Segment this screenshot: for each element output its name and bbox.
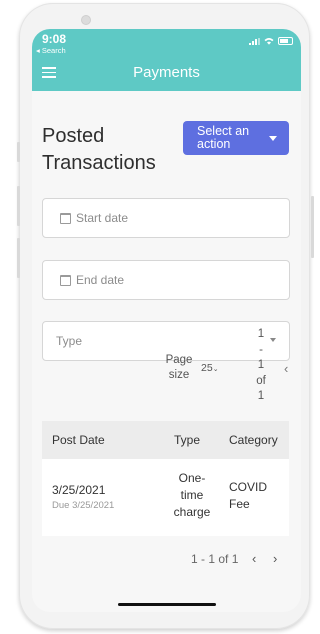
signal-icon xyxy=(249,37,260,45)
status-bar: 9:08 ◂ Search xyxy=(32,29,301,55)
page-size-select[interactable]: 25⌄ xyxy=(201,362,219,374)
back-to-search-link[interactable]: ◂ Search xyxy=(36,46,66,55)
app-header: Payments xyxy=(32,55,301,91)
page-range-part: 1 xyxy=(257,328,265,340)
select-action-button[interactable]: Select an action xyxy=(183,121,289,155)
end-date-placeholder: End date xyxy=(76,273,125,287)
due-date-cell: Due 3/25/2021 xyxy=(52,500,115,511)
page-title: Posted Transactions xyxy=(42,125,156,174)
app-screen: 9:08 ◂ Search Payments Posted Transactio… xyxy=(32,29,301,612)
page-range-part: - xyxy=(259,343,263,356)
start-date-placeholder: Start date xyxy=(76,211,129,225)
pagination-top: Page size 25⌄ 1 - 1 of 1 ‹ xyxy=(32,325,301,425)
next-page-icon[interactable]: › xyxy=(273,551,277,566)
mute-switch xyxy=(17,142,20,162)
chevron-down-icon: ⌄ xyxy=(212,366,219,373)
column-header-type[interactable]: Type xyxy=(174,433,200,447)
camera-dot xyxy=(81,15,91,25)
volume-down-button xyxy=(17,238,20,278)
table-row[interactable]: 3/25/2021 Due 3/25/2021 One-time charge … xyxy=(42,459,289,536)
previous-page-icon[interactable]: ‹ xyxy=(284,361,288,376)
type-cell: One-time charge xyxy=(173,471,211,519)
select-action-label: Select an action xyxy=(197,124,250,151)
status-time: 9:08 xyxy=(42,32,67,46)
home-indicator[interactable] xyxy=(118,603,216,606)
calendar-icon xyxy=(60,213,71,224)
wifi-icon xyxy=(264,38,274,45)
column-header-post-date[interactable]: Post Date xyxy=(52,433,105,447)
volume-up-button xyxy=(17,186,20,226)
page-range-part: of xyxy=(256,374,266,387)
table-header: Post Date Type Category xyxy=(42,421,289,459)
pagination-range: 1 - 1 of 1 xyxy=(191,552,239,566)
previous-page-icon[interactable]: ‹ xyxy=(252,551,256,566)
page-range-part: 1 xyxy=(257,359,265,371)
calendar-icon xyxy=(60,275,71,286)
caret-down-icon xyxy=(269,136,277,141)
end-date-field[interactable]: End date xyxy=(42,260,290,300)
system-icons xyxy=(249,37,293,45)
start-date-field[interactable]: Start date xyxy=(42,198,290,238)
page-size-label: Page size xyxy=(165,354,193,381)
category-cell: COVID Fee xyxy=(229,480,268,511)
post-date-cell: 3/25/2021 xyxy=(52,483,106,497)
page-range-text: 1 - 1 of 1 xyxy=(252,327,270,405)
app-title: Payments xyxy=(133,64,200,81)
page-size-value: 25 xyxy=(201,362,213,374)
power-button xyxy=(311,196,314,258)
battery-icon xyxy=(278,37,293,45)
column-header-category[interactable]: Category xyxy=(229,433,278,447)
page-range-part: 1 xyxy=(257,390,265,402)
